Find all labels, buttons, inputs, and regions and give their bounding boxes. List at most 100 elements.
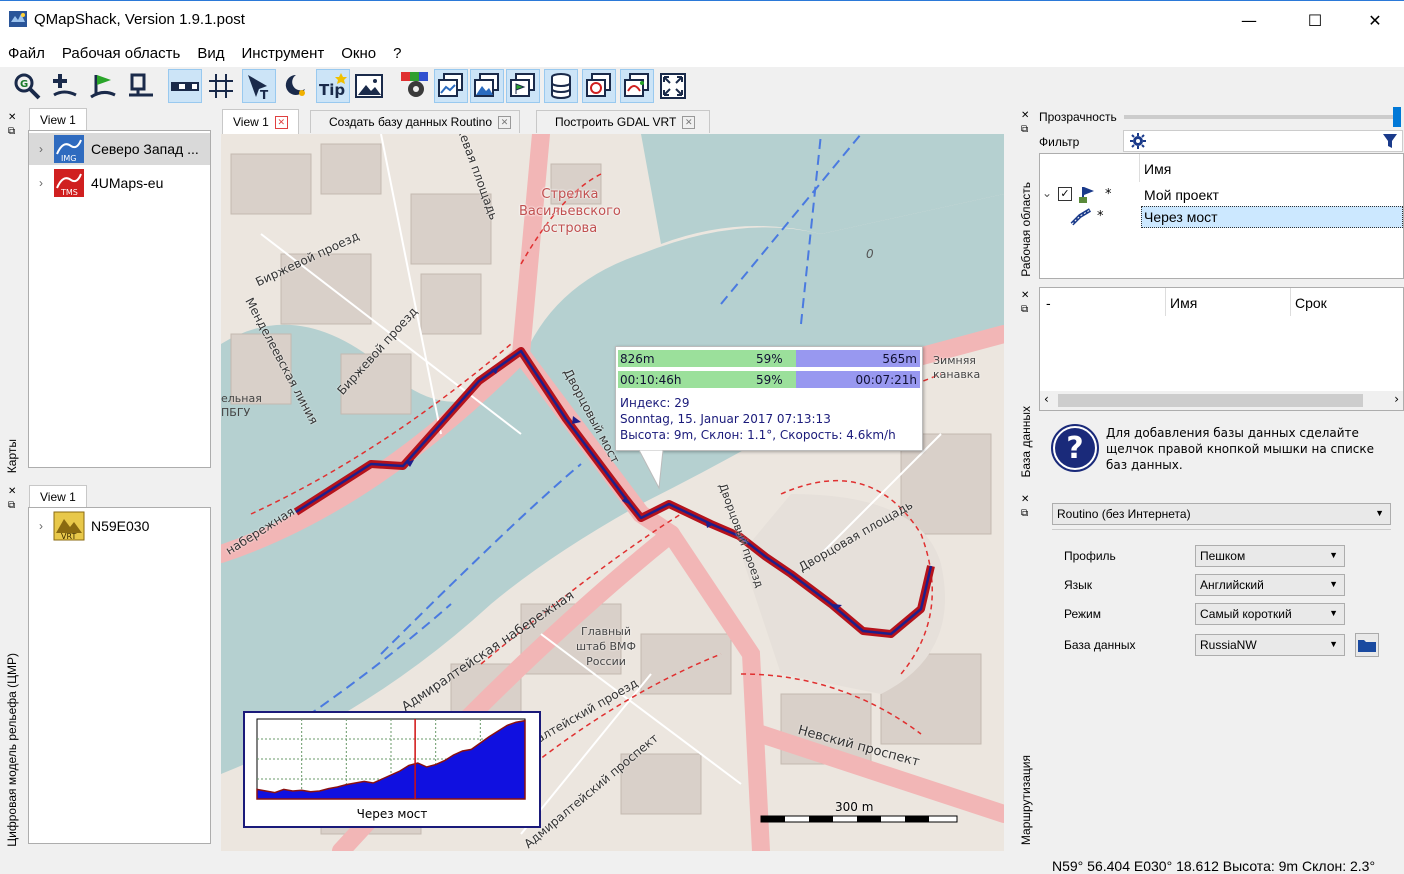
tab-gdal-vrt[interactable]: Построить GDAL VRT ✕ — [536, 110, 711, 133]
scale-label: 300 m — [835, 800, 874, 814]
create-route-button[interactable] — [86, 69, 120, 103]
dock-close-icon[interactable]: ✕ — [8, 113, 16, 123]
menu-file[interactable]: Файл — [8, 45, 45, 62]
close-button[interactable]: ✕ — [1352, 1, 1398, 39]
routing-engine-select[interactable]: Routino (без Интернета) ▼ — [1052, 503, 1391, 525]
dem-tab-view1[interactable]: View 1 — [29, 485, 87, 507]
dock-float-icon[interactable]: ⧉ — [8, 127, 15, 137]
db-col-dash: - — [1046, 295, 1051, 311]
map-canvas[interactable]: Стрелка Васильевского острова Биржевая пло… — [221, 134, 1004, 851]
tab-close-icon[interactable]: ✕ — [274, 116, 288, 130]
expand-arrow-icon[interactable]: › — [29, 176, 53, 190]
label-strelka: Стрелка Васильевского острова — [519, 187, 621, 236]
dem-item-n59e030[interactable]: › VRT N59E030 — [29, 510, 149, 542]
dock-close-icon[interactable]: ✕ — [8, 487, 16, 497]
fullscreen-button[interactable] — [656, 69, 690, 103]
dock-float-icon[interactable]: ⧉ — [1021, 509, 1028, 519]
status-bar: N59° 56.404 E030° 18.612 Высота: 9m Скло… — [1052, 858, 1376, 874]
filter-icon[interactable] — [1382, 133, 1398, 149]
tab-close-icon[interactable]: ✕ — [498, 116, 512, 130]
map-item-northwest[interactable]: › IMG Северо Запад ... — [29, 133, 210, 165]
database-dock-strip: ✕ ⧉ База данных — [1014, 287, 1038, 483]
night-mode-button[interactable] — [278, 69, 312, 103]
dock-float-icon[interactable]: ⧉ — [8, 501, 15, 511]
mode-select[interactable]: Самый короткий ▼ — [1195, 603, 1345, 625]
project-icon — [1079, 187, 1094, 203]
image-icon — [355, 74, 383, 98]
popup-details: Индекс: 29 Sonntag, 15. Januar 2017 07:1… — [620, 395, 896, 443]
map-setup-button[interactable] — [434, 69, 468, 103]
project-row[interactable]: ⌄ ✓ * Мой проект — [1040, 183, 1403, 207]
tab-close-icon[interactable]: ✕ — [682, 116, 696, 130]
maximize-button[interactable]: ☐ — [1292, 1, 1338, 39]
project-label: Мой проект — [1144, 187, 1219, 203]
grid-icon — [209, 74, 233, 98]
profile-select[interactable]: Пешком ▼ — [1195, 545, 1345, 567]
transparency-slider-handle[interactable] — [1393, 107, 1401, 127]
image-overlay-button[interactable] — [352, 69, 386, 103]
tooltip-button[interactable]: Tip — [316, 69, 350, 103]
dropdown-arrow-icon: ▼ — [1329, 608, 1338, 618]
search-map-button[interactable]: G — [10, 69, 44, 103]
grid-toggle-button[interactable] — [204, 69, 238, 103]
poi-text-button[interactable]: T — [242, 69, 276, 103]
dock-float-icon[interactable]: ⧉ — [1021, 125, 1028, 135]
menu-tools[interactable]: Инструмент — [241, 45, 324, 62]
minimize-icon: — — [1241, 10, 1257, 30]
menu-workspace[interactable]: Рабочая область — [62, 45, 180, 62]
maps-tab-view1[interactable]: View 1 — [29, 108, 87, 130]
collapse-arrow-icon[interactable]: ⌄ — [1042, 186, 1052, 200]
scroll-right-icon[interactable]: › — [1394, 392, 1399, 406]
menu-window[interactable]: Окно — [341, 45, 376, 62]
dock-close-icon[interactable]: ✕ — [1021, 111, 1029, 121]
tab-view1[interactable]: View 1 ✕ — [222, 109, 299, 134]
maps-dock-strip: ✕ ⧉ Карты — [0, 107, 24, 479]
svg-text:VRT: VRT — [61, 532, 76, 541]
setup-button[interactable] — [398, 69, 432, 103]
track-icon — [129, 73, 153, 97]
tab-routino-db[interactable]: Создать базу данных Routino ✕ — [310, 110, 521, 133]
db-hscrollbar[interactable]: ‹ › — [1040, 391, 1403, 410]
menu-help[interactable]: ? — [393, 45, 401, 62]
create-track-button[interactable] — [124, 69, 158, 103]
transparency-slider-track[interactable] — [1124, 115, 1394, 119]
expand-arrow-icon[interactable]: › — [29, 519, 53, 533]
route-setup-button[interactable] — [506, 69, 540, 103]
open-database-button[interactable] — [1355, 633, 1379, 657]
minimize-button[interactable]: — — [1226, 1, 1272, 39]
scroll-thumb[interactable] — [1058, 394, 1363, 407]
scroll-left-icon[interactable]: ‹ — [1044, 392, 1049, 406]
filter-input[interactable] — [1123, 130, 1403, 152]
map-item-4umaps[interactable]: › TMS 4UMaps-eu — [29, 167, 163, 199]
distance-bar: 826m 59% 565m — [618, 350, 920, 367]
gear-icon — [401, 72, 428, 97]
transparency-label: Прозрачность — [1039, 110, 1117, 124]
dock-float-icon[interactable]: ⧉ — [1021, 305, 1028, 315]
elevation-profile[interactable]: Через мост — [243, 711, 541, 828]
search-icon: G — [14, 73, 41, 100]
workspace-dock-strip: ✕ ⧉ Рабочая область — [1014, 107, 1038, 283]
realtime-setup-button[interactable] — [620, 69, 654, 103]
maps-dock-label: Карты — [5, 438, 19, 473]
scale-bar — [760, 815, 958, 823]
project-checkbox[interactable]: ✓ — [1058, 187, 1072, 201]
add-waypoint-button[interactable] — [48, 69, 82, 103]
database-setup-button[interactable] — [544, 69, 578, 103]
database-list[interactable]: - Имя Срок ‹ › — [1039, 287, 1404, 411]
dem-setup-button[interactable] — [470, 69, 504, 103]
dock-close-icon[interactable]: ✕ — [1021, 495, 1029, 505]
filter-label: Фильтр — [1039, 135, 1080, 149]
label-zero: 0 — [866, 247, 874, 261]
dropdown-arrow-icon: ▼ — [1329, 639, 1338, 649]
svg-text:?: ? — [1066, 431, 1083, 466]
scale-toggle-button[interactable] — [168, 69, 202, 103]
expand-arrow-icon[interactable]: › — [29, 142, 53, 156]
database-select[interactable]: RussiaNW ▼ — [1195, 634, 1345, 656]
dock-close-icon[interactable]: ✕ — [1021, 291, 1029, 301]
menu-view[interactable]: Вид — [197, 45, 224, 62]
route-row[interactable]: * Через мост — [1040, 206, 1403, 228]
language-select[interactable]: Английский ▼ — [1195, 574, 1345, 596]
popup-stats: Высота: 9m, Склон: 1.1°, Скорость: 4.6km… — [620, 428, 896, 442]
gear-icon[interactable] — [1130, 133, 1146, 149]
gps-setup-button[interactable] — [582, 69, 616, 103]
